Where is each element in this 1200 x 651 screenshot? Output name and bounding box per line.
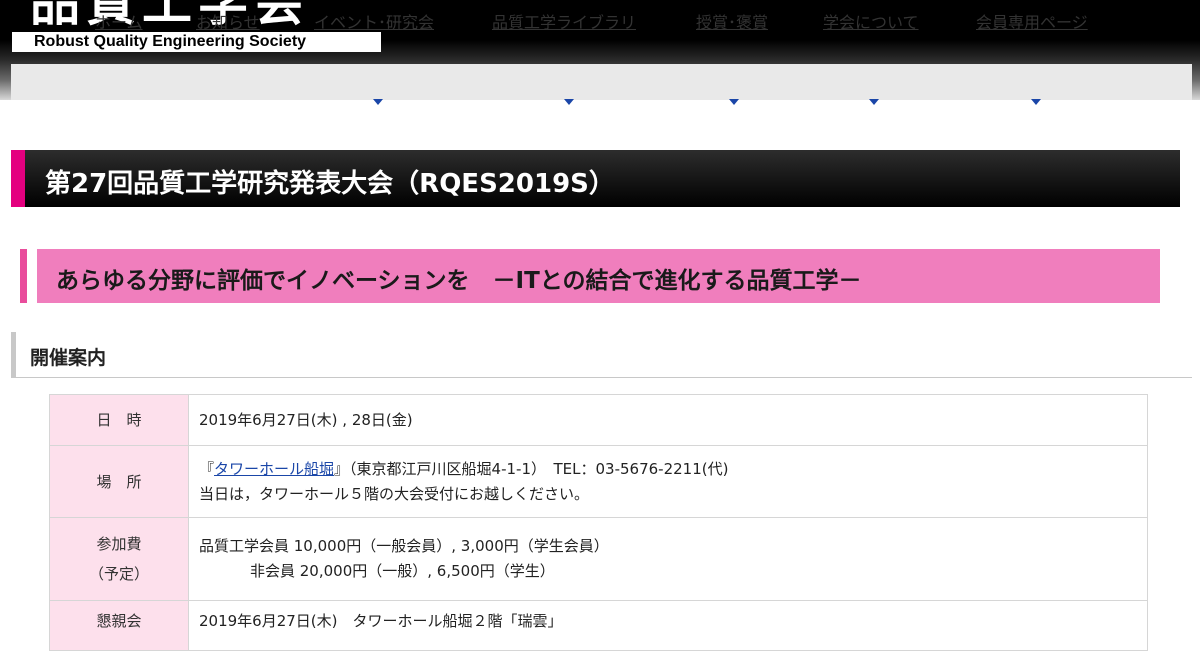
fee-members: 品質工学会員 10,000円（一般会員）, 3,000円（学生会員） [199, 537, 609, 555]
fee-label: 参加費 （予定） [49, 517, 189, 601]
nav-about[interactable]: 学会について [823, 9, 919, 33]
venue-open-quote: 『 [199, 459, 215, 478]
title-accent-bar [11, 150, 25, 207]
fee-nonmembers: 非会員 20,000円（一般）, 6,500円（学生） [250, 562, 555, 580]
date-value: 2019年6月27日(木) , 28日(金) [188, 394, 1148, 446]
dropdown-arrow-icon [1031, 99, 1041, 105]
theme-banner: あらゆる分野に評価でイノベーションを －ITとの結合で進化する品質工学－ [20, 249, 1160, 303]
dropdown-arrow-icon [564, 99, 574, 105]
venue-address: 』（東京都江戸川区船堀4-1-1） TEL：03-5676-2211(代) [334, 459, 729, 478]
table-row-date: 日 時 2019年6月27日(木) , 28日(金) [49, 394, 1148, 446]
page-title: 第27回品質工学研究発表大会（RQES2019S） [45, 169, 615, 199]
venue-value: 『タワーホール船堀』（東京都江戸川区船堀4-1-1） TEL：03-5676-2… [188, 445, 1148, 518]
table-row-fee: 参加費 （予定） 品質工学会員 10,000円（一般会員）, 3,000円（学生… [49, 517, 1148, 601]
theme-accent-bar [20, 249, 27, 303]
logo-japanese[interactable]: 品質工学会 [30, 0, 310, 28]
nav-awards[interactable]: 授賞･褒賞 [696, 9, 768, 33]
venue-link[interactable]: タワーホール船堀 [214, 460, 334, 478]
fee-value: 品質工学会員 10,000円（一般会員）, 3,000円（学生会員） 非会員 2… [188, 517, 1148, 601]
section-title: 開催案内 [30, 347, 107, 369]
table-row-party: 懇親会 2019年6月27日(木) タワーホール船堀２階「瑞雲」 [49, 600, 1148, 651]
logo-english[interactable]: Robust Quality Engineering Society [12, 32, 381, 52]
nav-events[interactable]: イベント･研究会 [314, 9, 434, 33]
party-label: 懇親会 [49, 600, 189, 651]
event-info-table: 日 時 2019年6月27日(木) , 28日(金) 場 所 『タワーホール船堀… [49, 394, 1148, 651]
fee-label-sub: （予定） [88, 565, 149, 583]
date-label: 日 時 [49, 394, 189, 446]
nav-news[interactable]: お知らせ [196, 9, 260, 33]
dropdown-arrow-icon [373, 99, 383, 105]
nav-members[interactable]: 会員専用ページ [976, 9, 1088, 33]
theme-text: あらゆる分野に評価でイノベーションを －ITとの結合で進化する品質工学－ [56, 268, 862, 294]
section-heading: 開催案内 [11, 332, 1192, 378]
main-nav [11, 64, 1192, 100]
dropdown-arrow-icon [869, 99, 879, 105]
nav-library[interactable]: 品質工学ライブラリ [492, 9, 636, 33]
nav-home[interactable]: ホーム [95, 9, 143, 33]
party-value: 2019年6月27日(木) タワーホール船堀２階「瑞雲」 [188, 600, 1148, 651]
table-row-venue: 場 所 『タワーホール船堀』（東京都江戸川区船堀4-1-1） TEL：03-56… [49, 445, 1148, 518]
dropdown-arrow-icon [729, 99, 739, 105]
venue-label: 場 所 [49, 445, 189, 518]
fee-label-main: 参加費 [96, 535, 142, 553]
venue-note: 当日は，タワーホール５階の大会受付にお越しください。 [199, 484, 590, 503]
page-title-banner: 第27回品質工学研究発表大会（RQES2019S） [11, 150, 1180, 207]
